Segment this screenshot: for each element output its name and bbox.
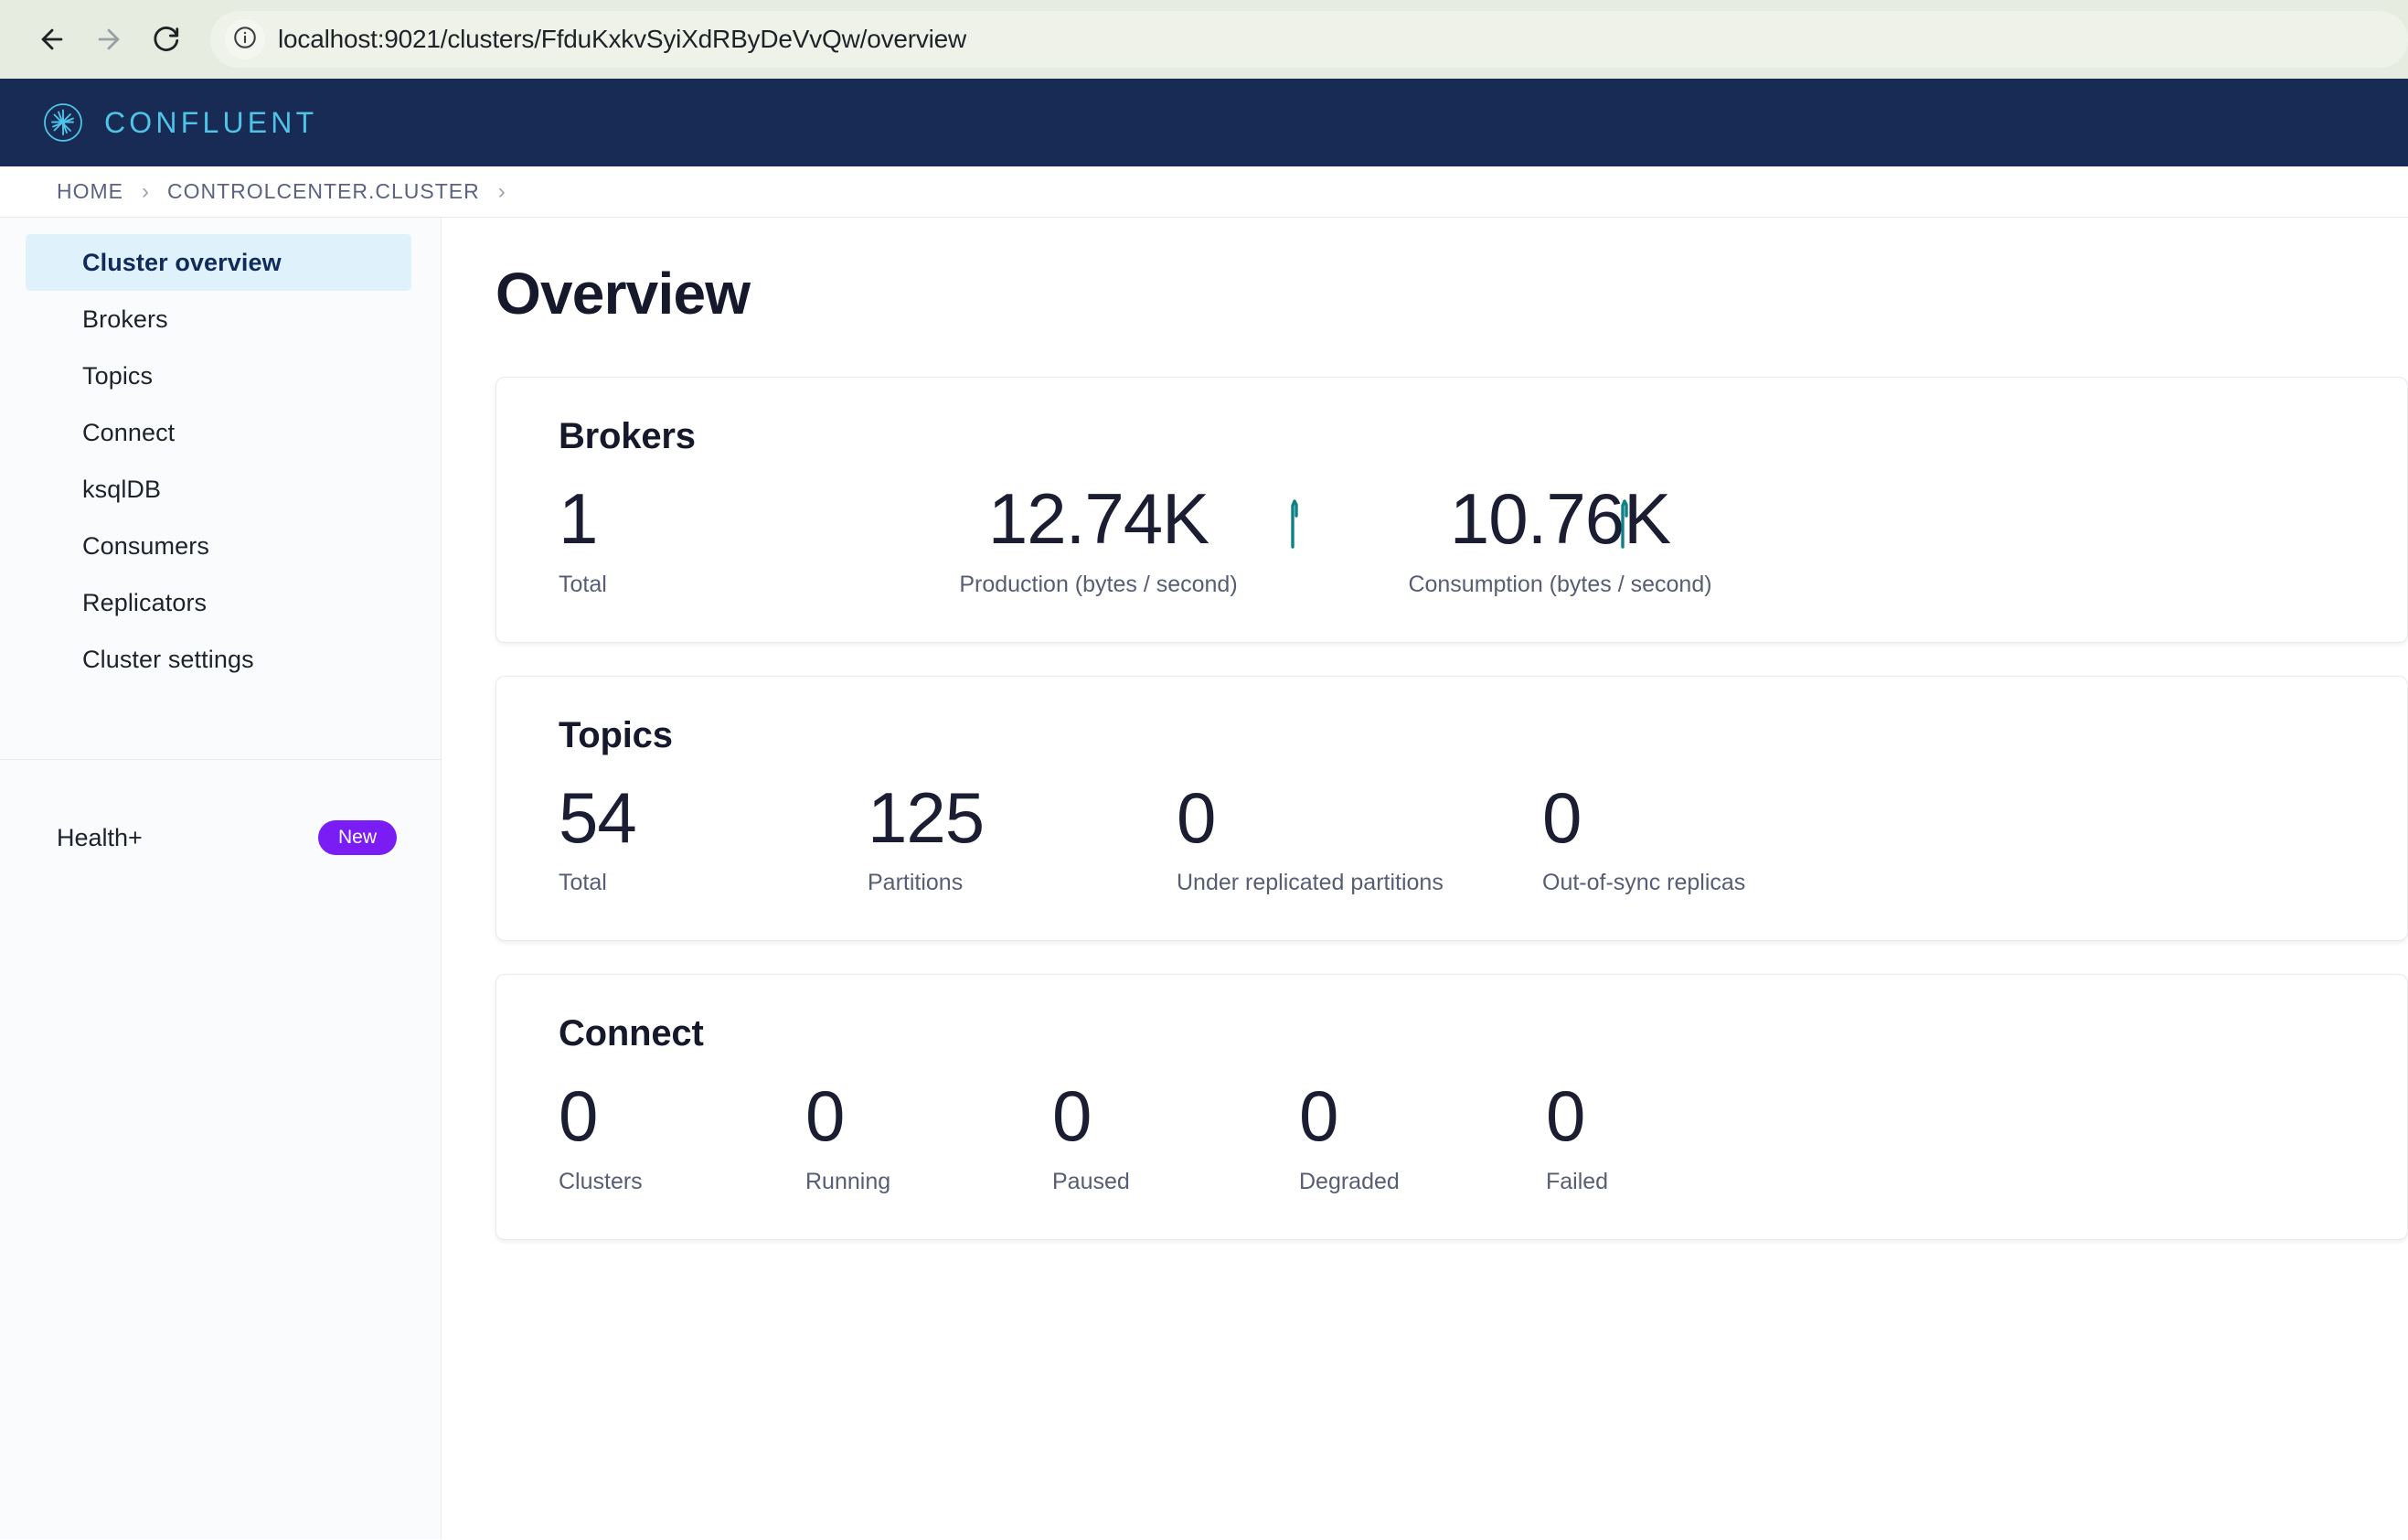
metric-connect-failed: 0 Failed — [1546, 1078, 1793, 1195]
health-plus-label: Health+ — [57, 823, 143, 851]
metric-label: Degraded — [1299, 1169, 1400, 1195]
metric-value: 10.76K — [1449, 478, 1671, 559]
card-title: Connect — [559, 1013, 704, 1054]
metric-value: 12.74K — [987, 478, 1209, 559]
metric-value: 0 — [805, 1075, 845, 1157]
breadcrumb: HOME › CONTROLCENTER.CLUSTER › — [0, 166, 2408, 218]
sidebar-item-cluster-settings[interactable]: Cluster settings — [26, 631, 411, 688]
metric-topics-under-replicated: 0 Under replicated partitions — [1177, 776, 1542, 897]
metric-label: Clusters — [559, 1169, 643, 1195]
metric-connect-paused: 0 Paused — [1052, 1078, 1299, 1195]
confluent-starburst-logo-icon — [42, 102, 84, 144]
metric-label: Partitions — [868, 870, 964, 896]
sidebar-item-label: Replicators — [82, 588, 208, 616]
card-connect: Connect 0 Clusters 0 Running 0 Paused 0 … — [495, 974, 2408, 1241]
metric-topics-total: 54 Total — [559, 776, 868, 897]
metric-value: 0 — [1542, 776, 1582, 858]
card-title: Brokers — [559, 416, 696, 456]
forward-arrow-icon — [93, 24, 124, 55]
breadcrumb-item-cluster[interactable]: CONTROLCENTER.CLUSTER — [167, 179, 480, 204]
site-info-button[interactable] — [225, 19, 265, 59]
app-shell: Cluster overview Brokers Topics Connect … — [0, 218, 2408, 1539]
metric-topics-partitions: 125 Partitions — [868, 776, 1177, 897]
metric-connect-degraded: 0 Degraded — [1299, 1078, 1546, 1195]
sidebar-item-label: Consumers — [82, 531, 209, 560]
back-arrow-icon — [37, 24, 68, 55]
reload-icon — [150, 24, 181, 55]
sidebar-item-label: Brokers — [82, 305, 168, 333]
metric-label: Failed — [1546, 1169, 1609, 1195]
card-brokers: Brokers 1 Total 12.74K Production (bytes… — [495, 377, 2408, 643]
sidebar-divider — [0, 759, 441, 760]
browser-toolbar: localhost:9021/clusters/FfduKxkvSyiXdRBy… — [0, 0, 2408, 79]
metric-group: 54 Total 125 Partitions 0 Under replicat… — [559, 776, 2407, 897]
sidebar-item-topics[interactable]: Topics — [26, 348, 411, 404]
metric-value: 1 — [559, 478, 598, 559]
forward-button[interactable] — [80, 11, 137, 68]
info-circle-icon — [232, 25, 258, 55]
metric-label: Under replicated partitions — [1177, 870, 1444, 896]
metric-label: Consumption (bytes / second) — [1408, 571, 1712, 597]
sidebar-item-label: ksqlDB — [82, 475, 162, 503]
metric-brokers-total: 1 Total — [559, 481, 868, 598]
metric-value: 0 — [1299, 1075, 1338, 1157]
brand-name: CONFLUENT — [104, 105, 318, 139]
page-title: Overview — [495, 261, 751, 326]
metric-brokers-production: 12.74K Production (bytes / second) — [868, 481, 1329, 598]
metric-value: 0 — [1546, 1075, 1585, 1157]
reload-button[interactable] — [137, 11, 194, 68]
sidebar-item-label: Connect — [82, 418, 176, 446]
brand-logo[interactable]: CONFLUENT — [42, 102, 317, 144]
sidebar-item-label: Cluster overview — [82, 248, 282, 276]
sidebar-item-brokers[interactable]: Brokers — [26, 291, 411, 348]
metric-value: 54 — [559, 776, 637, 858]
chevron-right-icon: › — [497, 178, 506, 204]
app-header: CONFLUENT — [0, 79, 2408, 166]
card-title: Topics — [559, 714, 673, 755]
sidebar: Cluster overview Brokers Topics Connect … — [0, 218, 442, 1539]
card-topics: Topics 54 Total 125 Partitions 0 Under r… — [495, 675, 2408, 942]
metric-value: 0 — [1052, 1075, 1092, 1157]
sidebar-item-label: Topics — [82, 361, 154, 390]
back-button[interactable] — [24, 11, 80, 68]
metric-group: 1 Total 12.74K Production (bytes / secon… — [559, 481, 2407, 598]
metric-label: Total — [559, 571, 607, 597]
metric-connect-clusters: 0 Clusters — [559, 1078, 805, 1195]
metric-connect-running: 0 Running — [805, 1078, 1052, 1195]
metric-group: 0 Clusters 0 Running 0 Paused 0 Degraded… — [559, 1078, 2407, 1195]
sidebar-item-ksqldb[interactable]: ksqlDB — [26, 461, 411, 518]
metric-label: Paused — [1052, 1169, 1130, 1195]
metric-label: Production (bytes / second) — [959, 571, 1238, 597]
address-bar[interactable]: localhost:9021/clusters/FfduKxkvSyiXdRBy… — [210, 11, 2408, 68]
sidebar-item-label: Cluster settings — [82, 645, 254, 673]
sidebar-item-cluster-overview[interactable]: Cluster overview — [26, 234, 411, 291]
chevron-right-icon: › — [142, 178, 149, 204]
sidebar-item-connect[interactable]: Connect — [26, 404, 411, 461]
metric-value: 125 — [868, 776, 985, 858]
metric-label: Running — [805, 1169, 891, 1195]
status-badge-new: New — [317, 820, 397, 855]
metric-brokers-consumption: 10.76K Consumption (bytes / second) — [1329, 481, 1791, 598]
main-content: Overview Brokers 1 Total 12.74K Producti… — [442, 218, 2408, 1539]
metric-label: Out-of-sync replicas — [1542, 870, 1746, 896]
sidebar-item-replicators[interactable]: Replicators — [26, 574, 411, 631]
url-text[interactable]: localhost:9021/clusters/FfduKxkvSyiXdRBy… — [278, 25, 966, 54]
metric-topics-out-of-sync: 0 Out-of-sync replicas — [1542, 776, 1908, 897]
metric-value: 0 — [1177, 776, 1216, 858]
sidebar-item-consumers[interactable]: Consumers — [26, 518, 411, 574]
metric-value: 0 — [559, 1075, 598, 1157]
metric-label: Total — [559, 870, 607, 896]
sparkline-production — [1290, 494, 1303, 549]
sparkline-consumption — [1620, 494, 1633, 549]
breadcrumb-item-home[interactable]: HOME — [57, 179, 123, 204]
sidebar-item-health-plus[interactable]: Health+ New — [0, 809, 441, 866]
